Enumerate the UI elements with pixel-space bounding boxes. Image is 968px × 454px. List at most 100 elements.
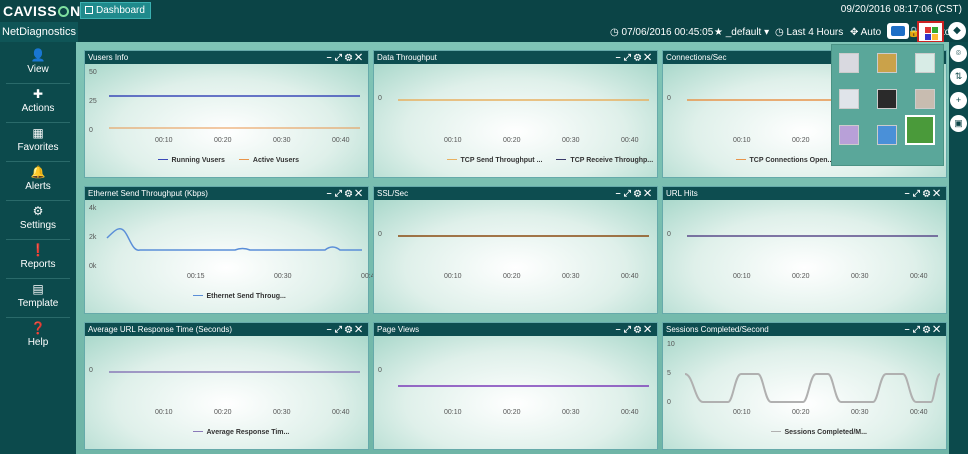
panel-controls: –⤢⚙✕	[616, 51, 654, 64]
exclamation-icon: ❗	[30, 243, 46, 257]
panel-title: Connections/Sec	[666, 53, 727, 62]
panel-controls: –⤢⚙✕	[327, 323, 365, 336]
start-time[interactable]: ◷ 07/06/2016 00:45:05	[610, 27, 713, 38]
chart-legend: TCP Send Throughput ... TCP Receive Throu…	[446, 157, 668, 164]
sidebar-item-view[interactable]: 👤 View	[0, 44, 76, 83]
theme-swatch[interactable]	[915, 89, 935, 109]
chart-panel: Sessions Completed/Second –⤢⚙✕ 10 5 0 00:10 00…	[662, 322, 947, 450]
minimize-icon[interactable]: –	[327, 188, 335, 198]
expand-icon[interactable]: ⤢	[335, 188, 345, 198]
legend-item[interactable]: Average Response Tim...	[192, 429, 290, 436]
puzzle-icon: ✚	[32, 87, 44, 101]
close-icon[interactable]: ✕	[644, 324, 654, 334]
close-icon[interactable]: ✕	[644, 188, 654, 198]
expand-icon[interactable]: ⤢	[335, 52, 345, 62]
gear-icon[interactable]: ⚙	[345, 188, 355, 198]
sidebar-item-alerts[interactable]: 🔔 Alerts	[0, 161, 76, 200]
grid-icon: ▦	[32, 126, 44, 140]
panel-header: Data Throughput –⤢⚙✕	[374, 51, 657, 64]
close-icon[interactable]: ✕	[355, 52, 365, 62]
panel-header: Average URL Response Time (Seconds) –⤢⚙✕	[85, 323, 368, 336]
theme-swatch[interactable]	[839, 89, 859, 109]
layout-icon	[891, 26, 905, 36]
expand-icon[interactable]: ⤢	[913, 188, 923, 198]
panel-title: Ethernet Send Throughput (Kbps)	[88, 189, 208, 198]
theme-swatch[interactable]	[905, 115, 935, 145]
tab-dashboard[interactable]: Dashboard	[80, 2, 151, 19]
legend-item[interactable]: Ethernet Send Throug...	[192, 293, 286, 300]
profile-dropdown[interactable]: ★ _default ▾	[714, 27, 769, 38]
gear-icon[interactable]: ⚙	[345, 52, 355, 62]
signal-icon[interactable]: ⌾	[950, 45, 967, 62]
save-icon[interactable]: ▣	[950, 115, 967, 132]
panel-title: Data Throughput	[377, 53, 437, 62]
minimize-icon[interactable]: –	[327, 52, 335, 62]
gear-icon[interactable]: ⚙	[634, 188, 644, 198]
refresh-mode[interactable]: ✥ Auto	[850, 27, 881, 38]
close-icon[interactable]: ✕	[933, 324, 943, 334]
theme-button[interactable]	[917, 21, 944, 43]
sidebar-item-template[interactable]: ▤ Template	[0, 278, 76, 317]
panel-chart: 0 00:10 00:20 00:30 00:40 Average Response Ti…	[85, 336, 368, 449]
minimize-icon[interactable]: –	[616, 52, 624, 62]
legend-swatch	[157, 159, 168, 160]
legend-item[interactable]: Running Vusers	[157, 157, 225, 164]
layers-icon[interactable]: ◆	[948, 22, 966, 40]
star-icon: ★	[714, 27, 723, 38]
expand-icon[interactable]: ⤢	[624, 52, 634, 62]
minimize-icon[interactable]: –	[327, 324, 335, 334]
panel-header: Ethernet Send Throughput (Kbps) –⤢⚙✕	[85, 187, 368, 200]
expand-icon[interactable]: ⤢	[624, 324, 634, 334]
series-line	[106, 227, 362, 251]
legend-item[interactable]: TCP Connections Open...	[735, 157, 833, 164]
expand-icon[interactable]: ⤢	[335, 324, 345, 334]
theme-swatch[interactable]	[877, 89, 897, 109]
close-icon[interactable]: ✕	[355, 324, 365, 334]
panel-title: SSL/Sec	[377, 189, 409, 198]
legend-item[interactable]: TCP Send Throughput ...	[446, 157, 542, 164]
legend-swatch	[770, 431, 781, 432]
theme-swatch[interactable]	[915, 53, 935, 73]
theme-swatch[interactable]	[877, 53, 897, 73]
panel-header: Vusers Info –⤢⚙✕	[85, 51, 368, 64]
sidebar-item-actions[interactable]: ✚ Actions	[0, 83, 76, 122]
panel-chart: 10 5 0 00:10 00:20 00:30 00:40 Sessions Complet…	[663, 336, 946, 449]
legend-label: Running Vusers	[171, 157, 225, 164]
clock-icon: ◷	[775, 27, 784, 38]
minimize-icon[interactable]: –	[616, 324, 624, 334]
sidebar-item-help[interactable]: ❓ Help	[0, 317, 76, 356]
minimize-icon[interactable]: –	[905, 324, 913, 334]
gear-icon[interactable]: ⚙	[634, 324, 644, 334]
panel-chart: 0 00:10 00:20 00:30 00:40	[663, 200, 946, 313]
add-icon[interactable]: +	[950, 92, 967, 109]
expand-icon[interactable]: ⤢	[913, 324, 923, 334]
panel-controls: –⤢⚙✕	[905, 323, 943, 336]
gear-icon[interactable]: ⚙	[634, 52, 644, 62]
sidebar-item-reports[interactable]: ❗ Reports	[0, 239, 76, 278]
minimize-icon[interactable]: –	[905, 188, 913, 198]
gear-icon[interactable]: ⚙	[923, 188, 933, 198]
sidebar-item-favorites[interactable]: ▦ Favorites	[0, 122, 76, 161]
legend-item[interactable]: Active Vusers	[238, 157, 299, 164]
chart-legend: Sessions Completed/M...	[770, 429, 881, 436]
chart-panel: Page Views –⤢⚙✕ 0 00:10 00:20 00:30 00:40	[373, 322, 658, 450]
close-icon[interactable]: ✕	[933, 188, 943, 198]
close-icon[interactable]: ✕	[644, 52, 654, 62]
legend-item[interactable]: Sessions Completed/M...	[770, 429, 867, 436]
gear-icon[interactable]: ⚙	[923, 324, 933, 334]
legend-label: Sessions Completed/M...	[784, 429, 867, 436]
sidebar-item-settings[interactable]: ⚙ Settings	[0, 200, 76, 239]
chart-svg	[687, 235, 938, 237]
layout-button[interactable]	[887, 23, 909, 39]
legend-label: Average Response Tim...	[206, 429, 290, 436]
time-range[interactable]: ◷ Last 4 Hours	[775, 27, 843, 38]
legend-item[interactable]: TCP Receive Throughp...	[556, 157, 653, 164]
minimize-icon[interactable]: –	[616, 188, 624, 198]
gear-icon[interactable]: ⚙	[345, 324, 355, 334]
close-icon[interactable]: ✕	[355, 188, 365, 198]
theme-swatch[interactable]	[839, 125, 859, 145]
expand-icon[interactable]: ⤢	[624, 188, 634, 198]
theme-swatch[interactable]	[839, 53, 859, 73]
theme-swatch[interactable]	[877, 125, 897, 145]
sort-icon[interactable]: ⇅	[950, 68, 967, 85]
